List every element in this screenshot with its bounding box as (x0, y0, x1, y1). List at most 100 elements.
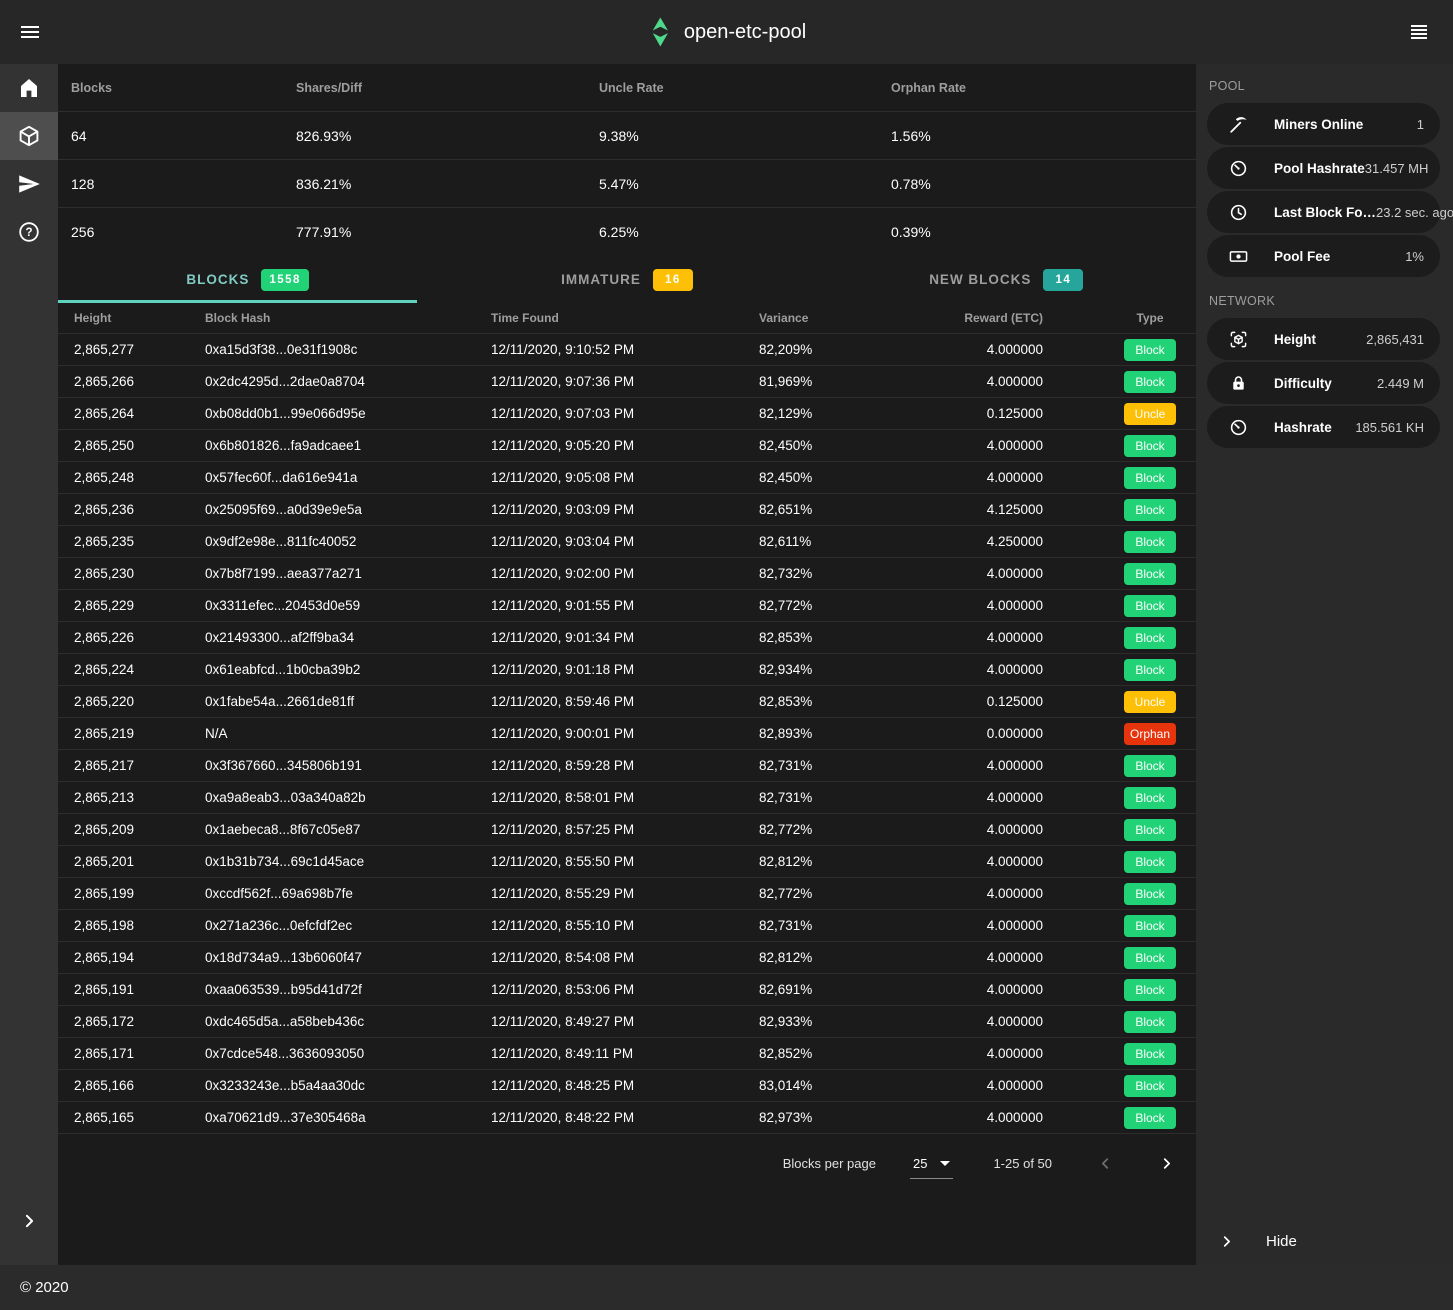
stats-value: 826.93% (283, 128, 586, 144)
cell-hash: 0xb08dd0b1...99e066d95e (205, 406, 491, 421)
cell-height: 2,865,248 (58, 470, 205, 485)
cell-type: Block (1104, 659, 1196, 681)
menu-button[interactable] (6, 8, 54, 56)
cell-reward: 4.000000 (928, 918, 1104, 933)
prev-page-button[interactable] (1094, 1151, 1118, 1175)
home-icon (17, 76, 41, 100)
rail-item-payments[interactable] (0, 160, 58, 208)
right-panel-toggle-button[interactable] (1395, 8, 1443, 56)
stats-value: 1.56% (878, 128, 1196, 144)
tab-new-blocks[interactable]: NEW BLOCKS14 (817, 256, 1196, 303)
cell-hash: 0xaa063539...b95d41d72f (205, 982, 491, 997)
block-row: 2,865,2010x1b31b734...69c1d45ace12/11/20… (58, 846, 1196, 878)
cell-hash: 0x9df2e98e...811fc40052 (205, 534, 491, 549)
cell-height: 2,865,172 (58, 1014, 205, 1029)
type-chip: Block (1124, 595, 1176, 617)
stats-value: 5.47% (586, 176, 878, 192)
cell-time: 12/11/2020, 8:59:46 PM (491, 694, 759, 709)
pill-value: 31.457 MH (1365, 161, 1429, 176)
block-row: 2,865,1940x18d734a9...13b6060f4712/11/20… (58, 942, 1196, 974)
clock-icon (1229, 203, 1248, 222)
cell-time: 12/11/2020, 8:54:08 PM (491, 950, 759, 965)
rail-item-blocks[interactable] (0, 112, 58, 160)
stat-pill: Pool Hashrate31.457 MH (1207, 147, 1440, 189)
cube-icon (17, 124, 41, 148)
cell-variance: 82,853% (759, 630, 928, 645)
stats-col-orphan-rate: Orphan Rate (878, 81, 1196, 95)
cell-type: Block (1104, 947, 1196, 969)
cell-type: Block (1104, 339, 1196, 361)
cell-variance: 82,691% (759, 982, 928, 997)
cell-type: Block (1104, 595, 1196, 617)
tab-blocks[interactable]: BLOCKS1558 (58, 256, 437, 303)
cell-time: 12/11/2020, 9:01:18 PM (491, 662, 759, 677)
cell-time: 12/11/2020, 8:57:25 PM (491, 822, 759, 837)
rail-item-help[interactable]: ? (0, 208, 58, 256)
cell-type: Block (1104, 1075, 1196, 1097)
stats-table-body: 64826.93%9.38%1.56%128836.21%5.47%0.78%2… (58, 112, 1196, 256)
next-page-button[interactable] (1154, 1151, 1178, 1175)
block-row: 2,865,2640xb08dd0b1...99e066d95e12/11/20… (58, 398, 1196, 430)
cell-reward: 0.125000 (928, 694, 1104, 709)
cell-reward: 4.000000 (928, 1078, 1104, 1093)
cell-hash: 0x3311efec...20453d0e59 (205, 598, 491, 613)
cell-variance: 82,732% (759, 566, 928, 581)
rail-item-home[interactable] (0, 64, 58, 112)
cell-hash: 0xa9a8eab3...03a340a82b (205, 790, 491, 805)
rail-expand-button[interactable] (0, 1197, 58, 1245)
block-row: 2,865,1990xccdf562f...69a698b7fe12/11/20… (58, 878, 1196, 910)
cell-time: 12/11/2020, 8:55:10 PM (491, 918, 759, 933)
stats-col-shares-diff: Shares/Diff (283, 81, 586, 95)
stats-value: 9.38% (586, 128, 878, 144)
stat-pill: Pool Fee1% (1207, 235, 1440, 277)
pill-value: 185.561 KH (1355, 420, 1424, 435)
brand[interactable]: open-etc-pool (647, 0, 806, 64)
type-chip: Block (1124, 659, 1176, 681)
cell-type: Block (1104, 979, 1196, 1001)
cell-variance: 83,014% (759, 1078, 928, 1093)
cell-reward: 4.000000 (928, 566, 1104, 581)
block-row: 2,865,1660x3233243e...b5a4aa30dc12/11/20… (58, 1070, 1196, 1102)
cell-time: 12/11/2020, 8:48:22 PM (491, 1110, 759, 1125)
pool-stats: Miners Online1Pool Hashrate31.457 MHLast… (1196, 103, 1453, 277)
pill-value: 2.449 M (1377, 376, 1424, 391)
page-size-value: 25 (913, 1156, 927, 1171)
cell-reward: 4.250000 (928, 534, 1104, 549)
col-block-hash: Block Hash (205, 311, 491, 325)
cell-reward: 4.000000 (928, 1110, 1104, 1125)
type-chip: Block (1124, 947, 1176, 969)
block-row: 2,865,2350x9df2e98e...811fc4005212/11/20… (58, 526, 1196, 558)
hide-label: Hide (1266, 1233, 1297, 1250)
hide-panel-button[interactable]: Hide (1196, 1218, 1453, 1264)
cell-time: 12/11/2020, 9:05:08 PM (491, 470, 759, 485)
stat-pill: Height2,865,431 (1207, 318, 1440, 360)
tab-immature[interactable]: IMMATURE16 (437, 256, 816, 303)
stats-value: 128 (58, 176, 283, 192)
pill-label: Miners Online (1274, 117, 1363, 132)
cell-variance: 82,450% (759, 470, 928, 485)
cell-type: Uncle (1104, 403, 1196, 425)
tab-count-badge: 14 (1043, 269, 1083, 291)
cell-reward: 4.000000 (928, 758, 1104, 773)
cell-height: 2,865,166 (58, 1078, 205, 1093)
cell-variance: 82,731% (759, 918, 928, 933)
cell-type: Block (1104, 499, 1196, 521)
cell-reward: 4.125000 (928, 502, 1104, 517)
cell-height: 2,865,264 (58, 406, 205, 421)
cell-time: 12/11/2020, 8:49:27 PM (491, 1014, 759, 1029)
type-chip: Block (1124, 627, 1176, 649)
cell-variance: 82,893% (759, 726, 928, 741)
page-size-select[interactable]: 25 (910, 1156, 953, 1179)
type-chip: Block (1124, 1107, 1176, 1129)
cell-height: 2,865,191 (58, 982, 205, 997)
block-row: 2,865,2260x21493300...af2ff9ba3412/11/20… (58, 622, 1196, 654)
cell-time: 12/11/2020, 9:01:34 PM (491, 630, 759, 645)
type-chip: Block (1124, 499, 1176, 521)
cell-hash: 0x271a236c...0efcfdf2ec (205, 918, 491, 933)
pool-section-title: POOL (1196, 64, 1453, 103)
chevron-right-icon (1158, 1155, 1175, 1172)
cell-type: Orphan (1104, 723, 1196, 745)
lock-icon (1229, 374, 1248, 393)
pill-label: Pool Fee (1274, 249, 1330, 264)
blocks-table-header: Height Block Hash Time Found Variance Re… (58, 303, 1196, 334)
